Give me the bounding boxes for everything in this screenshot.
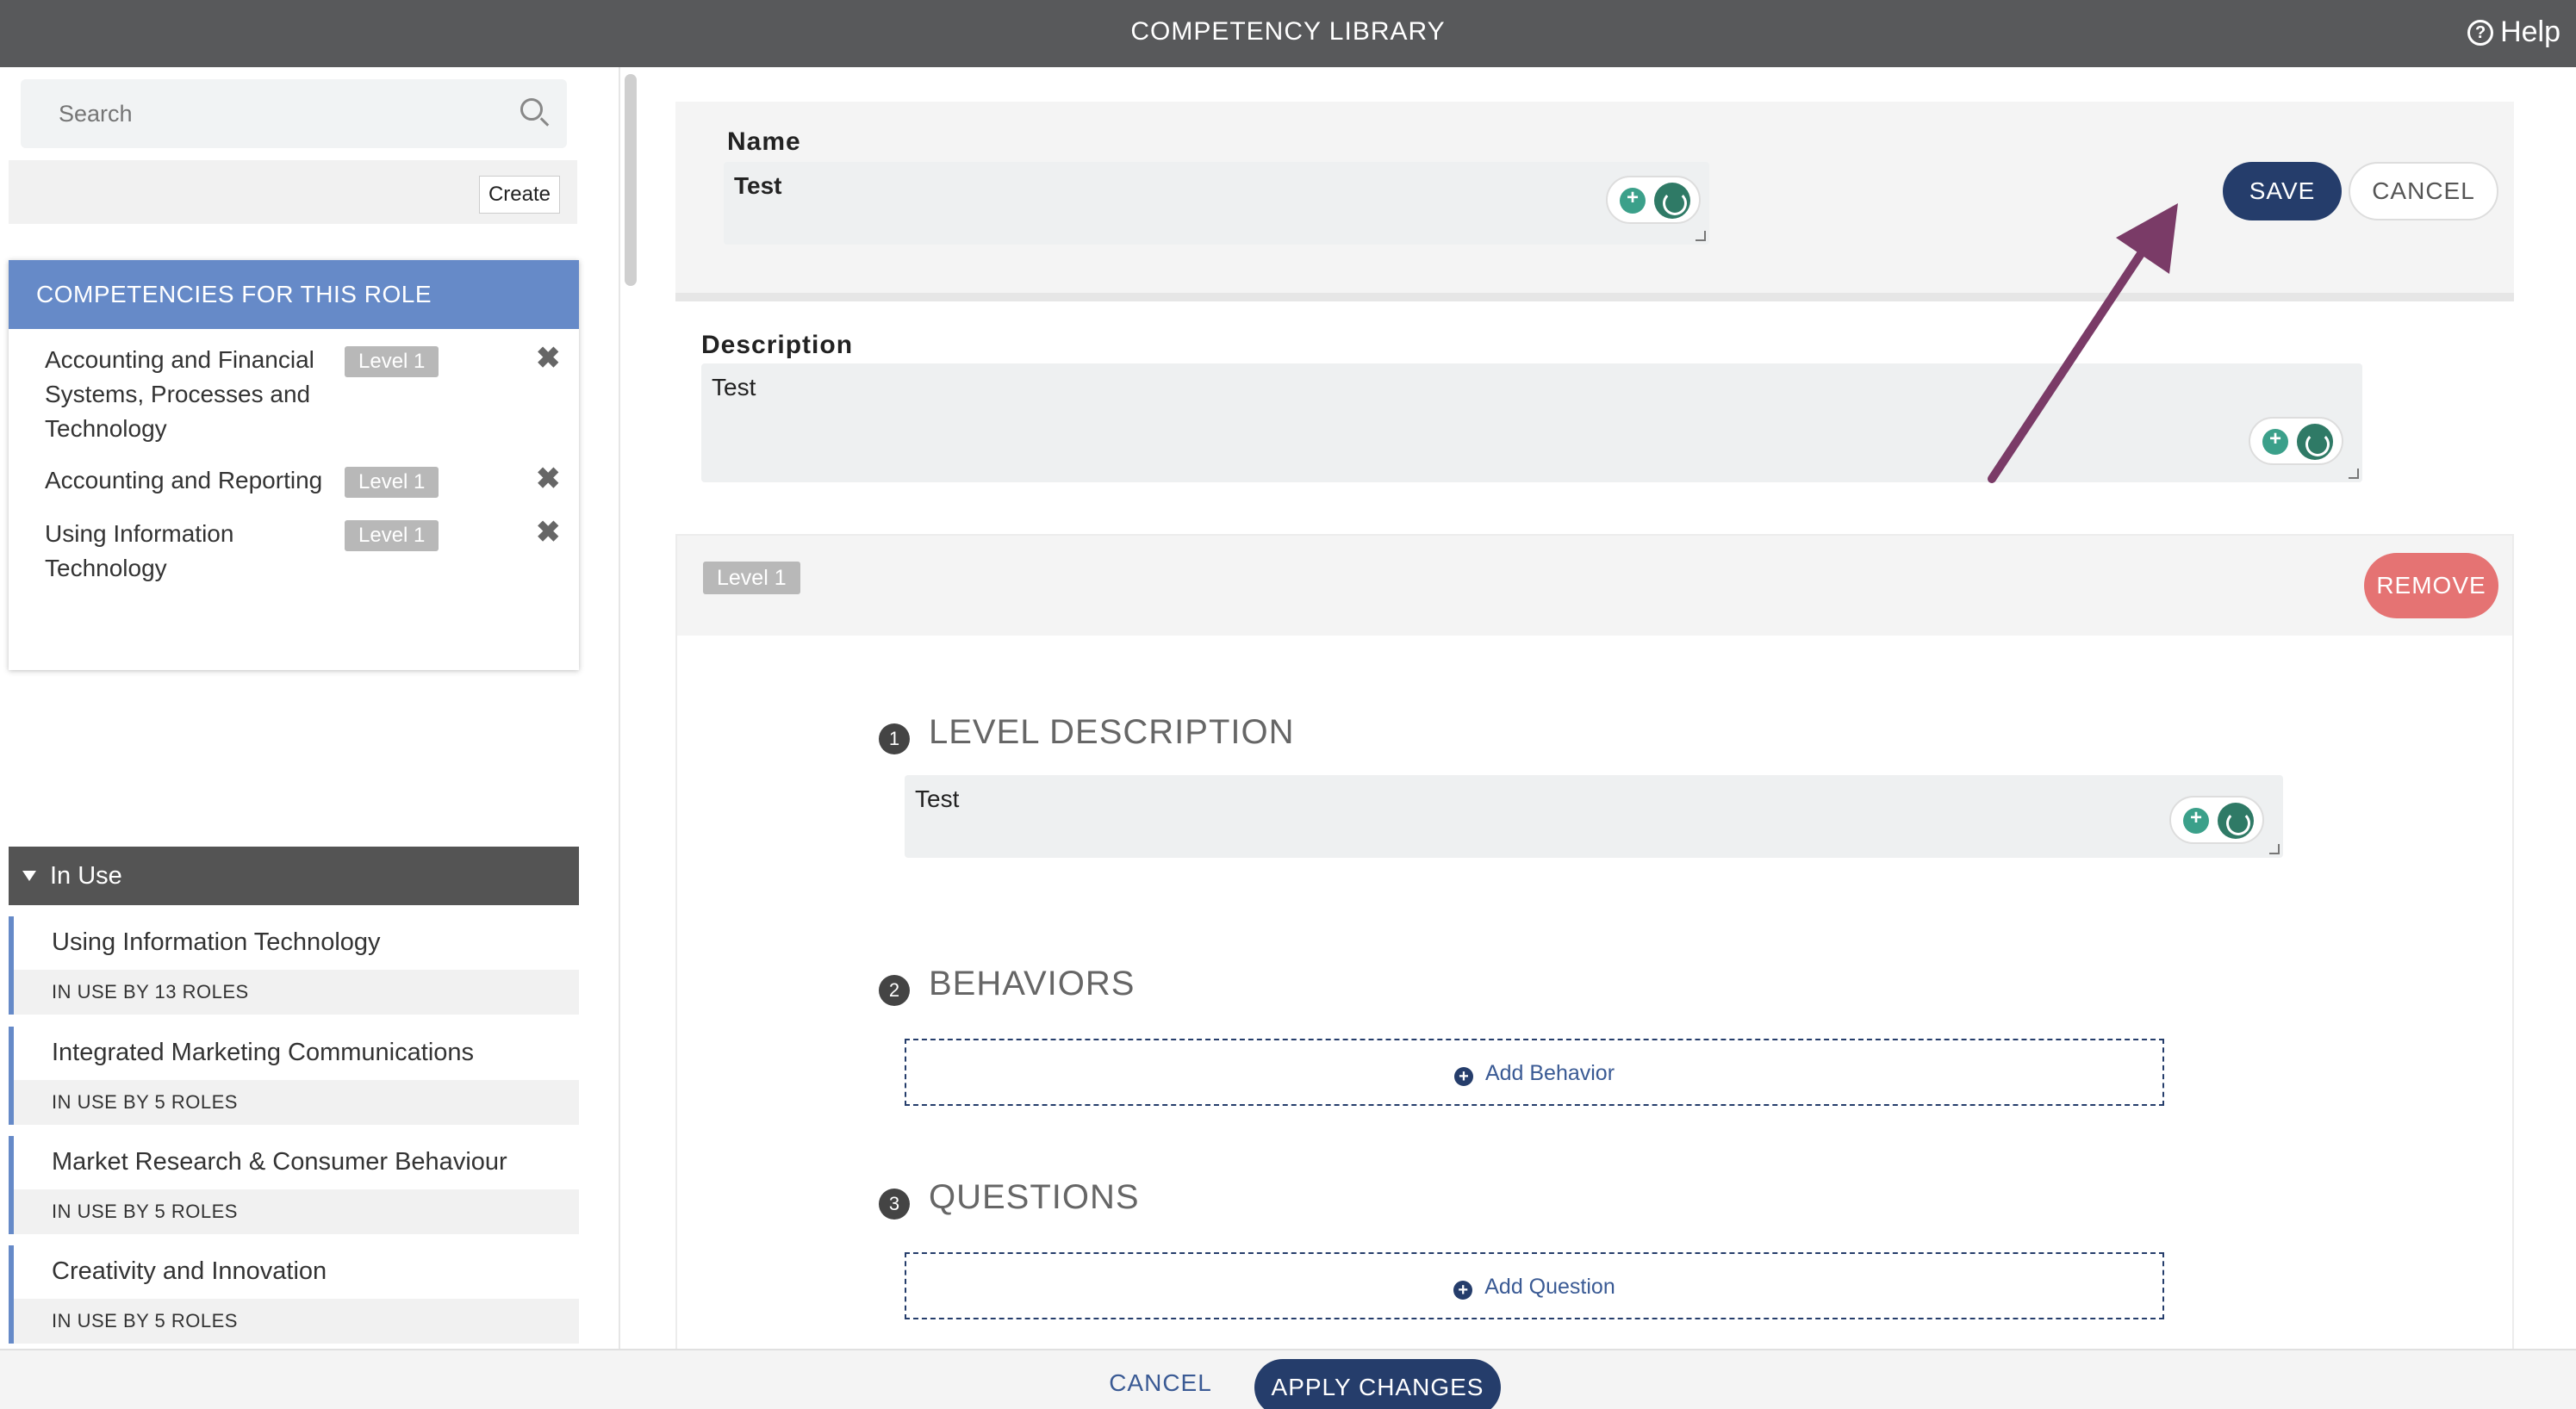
editor-main: Name Test SAVE CANCEL Description Test L… <box>639 67 2576 1395</box>
footer-bar: CANCEL APPLY CHANGES <box>0 1349 2576 1409</box>
add-behavior-label: Add Behavior <box>1484 1061 1615 1085</box>
help-label: Help <box>2500 16 2560 48</box>
in-use-item-name: Integrated Marketing Communications <box>52 1039 475 1066</box>
resize-handle[interactable] <box>2269 844 2280 854</box>
description-label: Description <box>701 331 854 359</box>
behaviors-title: BEHAVIORS <box>929 965 1136 1002</box>
add-question-label-wrap: + Add Question <box>906 1254 2162 1319</box>
resize-handle[interactable] <box>2349 469 2359 479</box>
add-question-label: Add Question <box>1484 1275 1615 1299</box>
add-question-button[interactable]: + Add Question <box>905 1252 2164 1319</box>
in-use-item-count: IN USE BY 5 ROLES <box>14 1299 579 1344</box>
field-tools <box>2169 796 2264 844</box>
in-use-item[interactable]: Creativity and Innovation IN USE BY 5 RO… <box>9 1245 579 1344</box>
role-competency-name: Accounting and Financial Systems, Proces… <box>45 346 314 442</box>
add-behavior-button[interactable]: + Add Behavior <box>905 1039 2164 1106</box>
search-icon[interactable] <box>520 98 543 121</box>
save-button[interactable]: SAVE <box>2223 162 2342 220</box>
description-value: Test <box>712 374 756 400</box>
name-field[interactable]: Test <box>724 162 1709 245</box>
level-header: Level 1 REMOVE <box>677 536 2512 636</box>
name-panel: Name Test SAVE CANCEL <box>675 102 2514 301</box>
add-behavior-label-wrap: + Add Behavior <box>906 1040 2162 1106</box>
sidebar-scrollbar-thumb[interactable] <box>625 74 637 286</box>
in-use-item[interactable]: Market Research & Consumer Behaviour IN … <box>9 1136 579 1234</box>
description-field[interactable]: Test <box>701 363 2362 482</box>
apply-changes-button[interactable]: APPLY CHANGES <box>1254 1359 1501 1409</box>
in-use-item[interactable]: Integrated Marketing Communications IN U… <box>9 1027 579 1125</box>
in-use-item-name: Creativity and Innovation <box>52 1257 327 1285</box>
spinner-icon[interactable] <box>1654 183 1690 219</box>
in-use-item-count: IN USE BY 5 ROLES <box>14 1189 579 1234</box>
level-badge: Level 1 <box>345 346 439 377</box>
close-icon[interactable]: ✖ <box>536 462 561 496</box>
role-competencies-panel: COMPETENCIES FOR THIS ROLE Accounting an… <box>9 260 579 670</box>
field-tools <box>1606 176 1701 224</box>
top-bar: COMPETENCY LIBRARY ? Help <box>0 0 2576 67</box>
cancel-button[interactable]: CANCEL <box>2349 162 2498 220</box>
level-badge: Level 1 <box>345 467 439 498</box>
in-use-item-name: Market Research & Consumer Behaviour <box>52 1148 507 1176</box>
sidebar: Create COMPETENCIES FOR THIS ROLE Accoun… <box>0 67 620 1349</box>
spinner-icon[interactable] <box>2218 803 2254 839</box>
close-icon[interactable]: ✖ <box>536 341 561 376</box>
in-use-item-count: IN USE BY 5 ROLES <box>14 1080 579 1125</box>
name-label: Name <box>727 127 801 156</box>
in-use-item-count: IN USE BY 13 ROLES <box>14 970 579 1015</box>
section-number: 3 <box>879 1189 910 1220</box>
level-description-field[interactable]: Test <box>905 775 2283 858</box>
level-badge: Level 1 <box>345 520 439 551</box>
in-use-toggle[interactable]: In Use <box>9 847 579 905</box>
level-description-value: Test <box>915 785 960 812</box>
role-competencies-heading: COMPETENCIES FOR THIS ROLE <box>9 260 579 329</box>
footer-cancel-button[interactable]: CANCEL <box>1092 1359 1229 1407</box>
in-use-heading: In Use <box>50 862 122 890</box>
resize-handle[interactable] <box>1696 231 1706 241</box>
help-link[interactable]: ? Help <box>2467 16 2560 49</box>
plus-circle-icon: + <box>1453 1067 1473 1086</box>
close-icon[interactable]: ✖ <box>536 515 561 549</box>
in-use-item-name: Using Information Technology <box>52 928 381 956</box>
plus-circle-icon: + <box>1453 1281 1473 1300</box>
lightbulb-plus-icon[interactable] <box>2262 427 2288 455</box>
field-tools <box>2249 417 2343 465</box>
role-competency-name: Using Information Technology <box>45 520 234 581</box>
lightbulb-plus-icon[interactable] <box>1620 186 1646 214</box>
role-competency-name: Accounting and Reporting <box>45 467 323 493</box>
questions-title: QUESTIONS <box>929 1178 1140 1216</box>
search-input[interactable] <box>21 79 567 148</box>
name-value: Test <box>734 172 782 199</box>
lightbulb-plus-icon[interactable] <box>2183 806 2209 834</box>
in-use-item[interactable]: Using Information Technology IN USE BY 1… <box>9 916 579 1015</box>
page-title: COMPETENCY LIBRARY <box>1130 17 1446 46</box>
section-number: 2 <box>879 975 910 1006</box>
remove-button[interactable]: REMOVE <box>2364 553 2498 618</box>
section-number: 1 <box>879 723 910 754</box>
create-bar: Create <box>9 160 577 224</box>
level-description-title: LEVEL DESCRIPTION <box>929 713 1295 751</box>
caret-down-icon <box>22 871 36 881</box>
spinner-icon[interactable] <box>2297 424 2333 460</box>
level-badge: Level 1 <box>703 562 800 594</box>
search-box <box>21 79 567 148</box>
create-button[interactable]: Create <box>478 176 560 214</box>
help-circle-icon: ? <box>2467 19 2494 46</box>
